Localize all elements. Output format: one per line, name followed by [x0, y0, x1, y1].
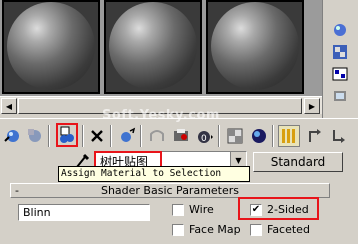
background-icon[interactable] [329, 42, 351, 62]
wire-label: Wire [189, 203, 214, 216]
face-map-checkbox[interactable] [172, 224, 184, 236]
show-end-result-icon[interactable] [248, 125, 270, 147]
uv-tiling-icon[interactable] [329, 64, 351, 84]
material-sphere [7, 2, 95, 90]
sample-slot-2[interactable] [104, 0, 202, 94]
material-sphere [109, 2, 197, 90]
video-check-icon[interactable] [329, 86, 351, 106]
faceted-label: Faceted [267, 223, 310, 236]
two-sided-label: 2-Sided [267, 203, 309, 216]
toolbar-separator [140, 125, 142, 147]
go-forward-to-sibling-icon[interactable] [328, 125, 350, 147]
toolbar-separator [48, 125, 50, 147]
rollout-header[interactable]: - Shader Basic Parameters [10, 183, 330, 198]
scroll-right-button[interactable]: ▶ [304, 98, 320, 114]
tooltip: Assign Material to Selection [58, 166, 250, 182]
go-to-parent-icon[interactable] [304, 125, 326, 147]
show-map-in-viewport-icon[interactable] [224, 125, 246, 147]
reset-map-icon[interactable] [86, 125, 108, 147]
check-icon: ✔ [251, 204, 261, 215]
get-material-icon[interactable] [2, 125, 24, 147]
sample-slots [0, 0, 322, 96]
make-unique-icon[interactable] [146, 125, 168, 147]
material-effects-channel-icon[interactable]: 0 [194, 125, 216, 147]
wire-checkbox[interactable] [172, 204, 184, 216]
collapse-icon[interactable]: - [15, 184, 19, 197]
shader-selected: Blinn [23, 206, 51, 219]
faceted-checkbox[interactable] [250, 224, 262, 236]
svg-text:0: 0 [201, 134, 207, 144]
material-type-button[interactable]: Standard [253, 152, 343, 172]
material-sphere [211, 2, 299, 90]
shader-select[interactable]: Blinn [18, 204, 150, 221]
toolbar-separator [272, 125, 274, 147]
two-sided-checkbox[interactable]: ✔ [250, 204, 262, 216]
sample-slot-1[interactable] [2, 0, 100, 94]
toolbar-separator [218, 125, 220, 147]
scroll-left-button[interactable]: ◀ [1, 98, 17, 114]
copy-material-icon[interactable] [116, 125, 138, 147]
assign-material-to-selection-button[interactable] [56, 123, 78, 147]
side-toolbar [322, 0, 358, 118]
toolbar-separator [82, 125, 84, 147]
put-to-library-icon[interactable] [170, 125, 192, 147]
sample-slot-3[interactable] [206, 0, 304, 94]
backlight-icon[interactable] [329, 20, 351, 40]
rollout-title: Shader Basic Parameters [100, 184, 240, 197]
watermark: Soft.Yesky.com [102, 108, 220, 123]
face-map-label: Face Map [189, 223, 241, 236]
put-to-scene-icon[interactable] [24, 125, 46, 147]
show-map-bars-icon[interactable] [278, 125, 300, 147]
toolbar-separator [110, 125, 112, 147]
